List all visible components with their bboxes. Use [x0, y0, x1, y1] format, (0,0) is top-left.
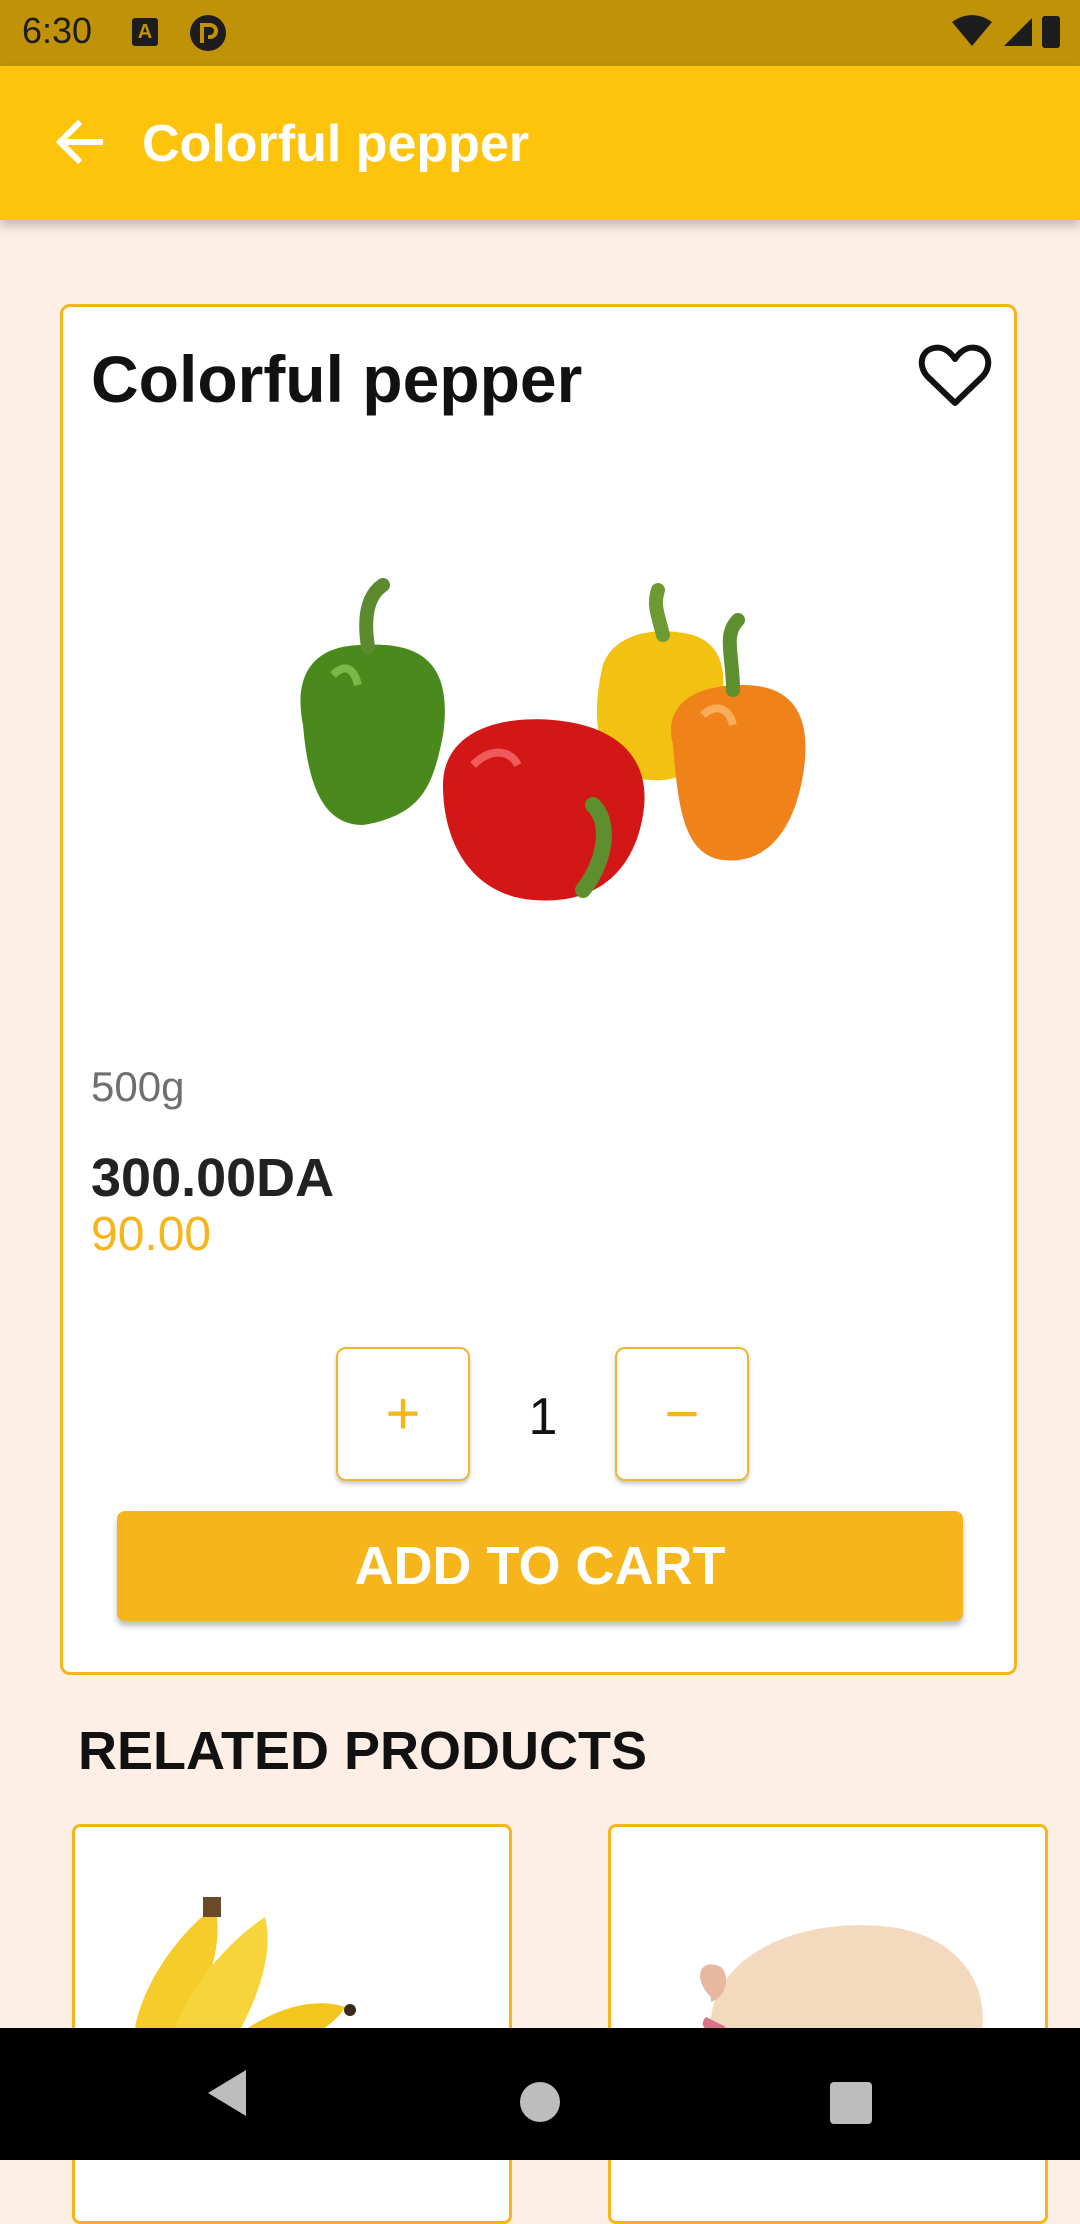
app-bar-title: Colorful pepper — [142, 115, 530, 173]
navigation-bar — [0, 2028, 1080, 2160]
quantity-value: 1 — [528, 1388, 558, 1446]
status-bar: 6:30 A — [0, 0, 1080, 66]
bananas-photo — [135, 1897, 421, 2077]
status-right-icons — [952, 15, 1060, 48]
decrease-quantity-button[interactable]: − — [615, 1347, 749, 1481]
increase-quantity-button[interactable]: + — [336, 1347, 470, 1481]
app-bar: Colorful pepper — [0, 66, 1080, 220]
wifi-icon — [952, 15, 992, 46]
status-time: 6:30 — [22, 10, 93, 51]
related-product-card[interactable] — [608, 1824, 1048, 2224]
product-price: 300.00DA — [91, 1148, 335, 1208]
nav-home-icon[interactable] — [520, 2082, 560, 2122]
heart-outline-icon[interactable] — [918, 343, 992, 409]
launcher-icon — [190, 15, 226, 51]
related-products-heading: RELATED PRODUCTS — [78, 1721, 648, 1781]
text-badge-icon: A — [132, 18, 158, 46]
raw-chicken-photo — [700, 1925, 983, 2037]
nav-recents-icon[interactable] — [830, 2082, 872, 2124]
nav-back-icon[interactable] — [204, 2068, 248, 2118]
product-weight: 500g — [91, 1063, 185, 1110]
battery-icon — [1042, 16, 1060, 48]
add-to-cart-button[interactable]: ADD TO CART — [117, 1511, 963, 1621]
colorful-peppers-photo — [300, 578, 806, 901]
arrow-left-icon[interactable] — [48, 110, 112, 174]
related-product-card[interactable] — [72, 1824, 512, 2224]
cell-signal-icon — [1004, 18, 1032, 46]
product-card: Colorful pepper 500g 300.00DA 90.00 + 1 … — [60, 304, 1017, 1675]
product-title: Colorful pepper — [91, 342, 583, 416]
product-old-price: 90.00 — [91, 1208, 212, 1261]
